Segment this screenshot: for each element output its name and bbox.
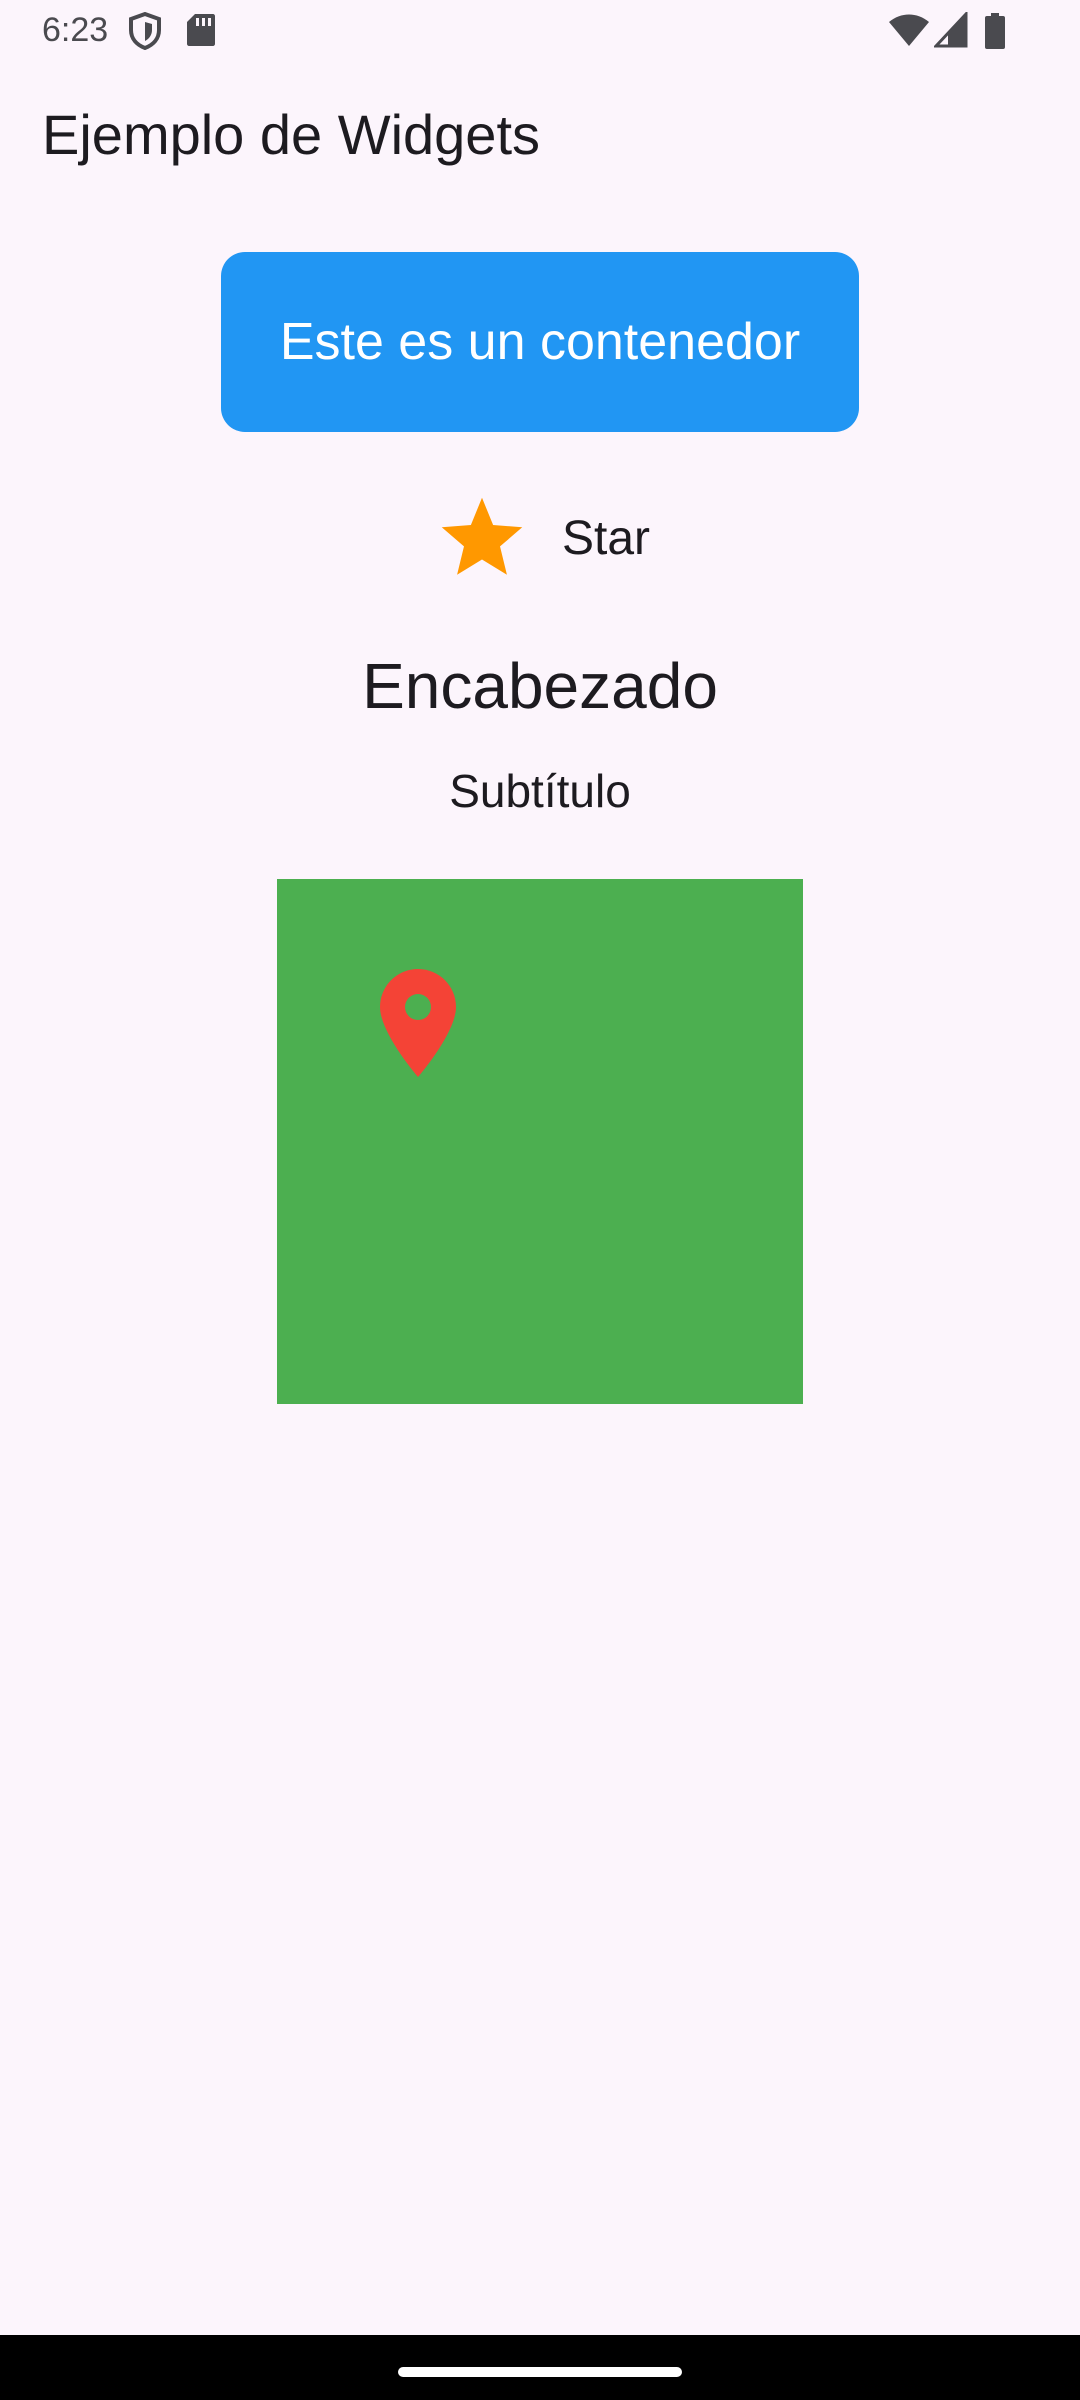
star-row: Star <box>0 492 1080 584</box>
green-box <box>277 879 803 1404</box>
location-pin-icon <box>378 967 458 1079</box>
navigation-bar <box>0 2335 1080 2400</box>
status-bar: 6:23 <box>0 0 1080 62</box>
shield-icon <box>128 11 162 55</box>
blue-container: Este es un contenedor <box>221 252 859 432</box>
status-time: 6:23 <box>42 11 109 49</box>
battery-icon <box>984 12 1006 55</box>
wifi-icon <box>888 12 930 53</box>
sd-card-icon <box>186 12 216 53</box>
star-label: Star <box>562 512 651 565</box>
star-icon <box>436 492 528 584</box>
app-bar-title: Ejemplo de Widgets <box>42 103 541 166</box>
home-indicator[interactable] <box>398 2367 682 2377</box>
cellular-signal-icon <box>932 10 968 53</box>
container-text: Este es un contenedor <box>279 313 801 371</box>
heading-text: Encabezado <box>362 650 718 722</box>
subtitle-text: Subtítulo <box>449 765 631 817</box>
